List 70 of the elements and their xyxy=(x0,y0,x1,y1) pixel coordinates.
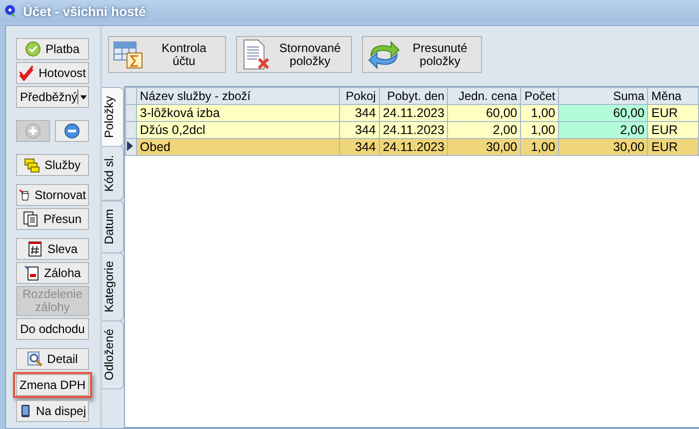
table-cell: 344 xyxy=(339,138,380,156)
sidebar-button[interactable]: Služby xyxy=(16,154,89,176)
table-cell: 1,00 xyxy=(520,138,559,156)
sum-table-icon xyxy=(113,40,145,70)
document-icon xyxy=(24,265,40,281)
sidebar-button[interactable]: Zmena DPH xyxy=(16,374,89,396)
vertical-tab[interactable]: Kategorie xyxy=(102,252,124,322)
hash-document-icon xyxy=(27,241,44,257)
table-cell: EUR xyxy=(648,104,698,122)
vertical-tab[interactable]: Datum xyxy=(102,200,124,254)
window-title: Účet - všichni hosté xyxy=(23,4,146,18)
vertical-tab[interactable]: Položky xyxy=(102,87,124,148)
table-cell: 344 xyxy=(339,104,380,122)
vertical-tab[interactable]: Odložené xyxy=(102,320,124,390)
row-marker[interactable] xyxy=(126,122,136,138)
sidebar-button[interactable]: Platba xyxy=(16,38,89,60)
table-cell: 2,00 xyxy=(558,122,648,138)
sidebar-button[interactable]: Hotovost xyxy=(16,62,89,84)
table-cell: Obed xyxy=(136,138,340,156)
minus-icon xyxy=(64,123,80,139)
column-header[interactable]: Pobyt. den xyxy=(379,88,448,104)
column-header[interactable]: Název služby - zboží xyxy=(136,88,340,104)
magnifier-icon xyxy=(27,351,44,367)
table-cell: Džús 0,2dcl xyxy=(136,122,340,138)
sidebar-button[interactable]: Stornovat xyxy=(16,184,89,206)
sidebar-button[interactable]: Sleva xyxy=(16,238,89,260)
column-header[interactable]: Počet xyxy=(520,88,559,104)
column-header[interactable]: Jedn. cena xyxy=(448,88,521,104)
current-row-icon xyxy=(126,141,134,151)
phone-icon xyxy=(19,403,32,419)
table-cell: 60,00 xyxy=(448,104,521,122)
vertical-tab[interactable]: Kód sl. xyxy=(102,146,124,201)
refresh-arrows-icon xyxy=(367,40,401,70)
mode-dropdown[interactable]: Předběžný xyxy=(16,86,89,108)
table-cell: 344 xyxy=(339,122,380,138)
toolbar-button[interactable]: Presunuté položky xyxy=(362,36,482,73)
table-cell: 30,00 xyxy=(558,138,648,156)
sidebar-button[interactable]: Do odchodu xyxy=(16,318,89,340)
document-icon xyxy=(23,211,40,227)
row-marker[interactable] xyxy=(126,138,136,156)
column-header[interactable]: Měna xyxy=(648,88,698,104)
table-cell: 3-lôžková izba xyxy=(136,104,340,122)
check-icon xyxy=(25,41,42,57)
trash-icon xyxy=(19,187,31,203)
remove-button[interactable] xyxy=(55,120,89,142)
table-cell: 1,00 xyxy=(520,122,559,138)
plus-icon xyxy=(25,123,41,139)
table-cell: 60,00 xyxy=(558,104,648,122)
table-cell: 24.11.2023 xyxy=(379,122,448,138)
column-header[interactable]: Pokoj xyxy=(339,88,380,104)
sidebar-button[interactable]: Záloha xyxy=(16,262,89,284)
sidebar-button[interactable]: Na dispej xyxy=(16,400,89,422)
table-cell: 30,00 xyxy=(448,138,521,156)
document-delete-icon xyxy=(241,38,271,70)
table-cell: 1,00 xyxy=(520,104,559,122)
table-cell: 24.11.2023 xyxy=(379,104,448,122)
row-marker[interactable] xyxy=(126,104,136,122)
toolbar-button[interactable]: Stornované položky xyxy=(236,36,352,73)
toolbar-button[interactable]: Kontrola účtu xyxy=(108,36,226,73)
sidebar-button[interactable]: Detail xyxy=(16,348,89,370)
table-cell: EUR xyxy=(648,138,698,156)
checkmark-icon xyxy=(19,65,35,81)
caret-icon xyxy=(77,88,88,106)
folders-icon xyxy=(24,157,40,173)
column-header[interactable]: Suma xyxy=(558,88,648,104)
table-cell: EUR xyxy=(648,122,698,138)
grid-corner xyxy=(126,88,136,104)
table-cell: 24.11.2023 xyxy=(379,138,448,156)
table-cell: 2,00 xyxy=(448,122,521,138)
sidebar-button[interactable]: Přesun xyxy=(16,208,89,230)
